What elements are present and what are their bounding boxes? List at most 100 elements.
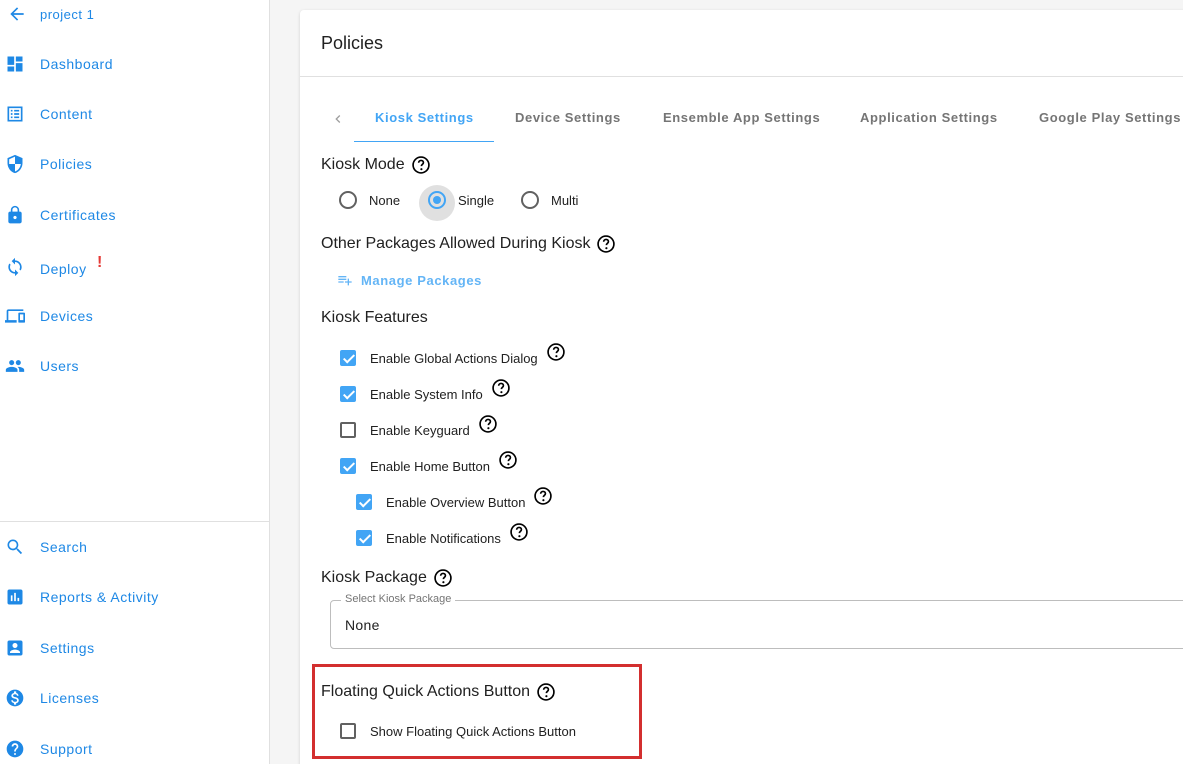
sidebar-item-search[interactable]: Search	[0, 527, 269, 567]
search-icon	[5, 537, 25, 557]
kiosk-mode-heading: Kiosk Mode	[321, 155, 431, 175]
sidebar-divider	[0, 521, 269, 522]
notifications-checkbox[interactable]	[356, 530, 372, 546]
radio-label: Single	[458, 192, 495, 208]
kiosk-mode-multi-radio[interactable]: Multi	[521, 191, 578, 209]
help-circle-icon	[5, 739, 25, 759]
help-icon[interactable]	[596, 234, 616, 254]
tab-ensemble-app-settings[interactable]: Ensemble App Settings	[663, 110, 820, 125]
help-icon[interactable]	[509, 522, 529, 542]
dashboard-icon	[5, 54, 25, 74]
kiosk-mode-single-radio[interactable]: Single	[428, 191, 494, 209]
content-list-icon	[5, 104, 25, 124]
help-icon[interactable]	[433, 568, 453, 588]
global-actions-checkbox[interactable]	[340, 350, 356, 366]
kiosk-package-heading: Kiosk Package	[321, 568, 453, 588]
kiosk-package-select[interactable]: Select Kiosk Package None	[330, 593, 1183, 649]
bar-chart-icon	[5, 587, 25, 607]
sidebar-item-label: Devices	[40, 308, 94, 324]
help-icon[interactable]	[546, 342, 566, 362]
kiosk-package-title: Kiosk Package	[321, 569, 427, 586]
arrow-left-icon	[7, 4, 27, 24]
tab-application-settings[interactable]: Application Settings	[860, 110, 998, 125]
home-button-row: Enable Home Button	[340, 451, 518, 474]
radio-button[interactable]	[521, 191, 539, 209]
global-actions-row: Enable Global Actions Dialog	[340, 343, 566, 366]
tab-google-play-settings[interactable]: Google Play Settings	[1039, 110, 1181, 125]
select-value: None	[345, 617, 380, 633]
help-icon[interactable]	[411, 155, 431, 175]
account-box-icon	[5, 638, 25, 658]
checkbox-label: Enable Notifications	[386, 530, 501, 546]
dollar-icon	[5, 688, 25, 708]
checkbox-label: Enable Overview Button	[386, 494, 526, 510]
radio-label: Multi	[551, 192, 579, 208]
sidebar-item-support[interactable]: Support	[0, 729, 269, 764]
checkbox-label: Enable Keyguard	[370, 422, 470, 438]
project-name: project 1	[40, 6, 95, 22]
checkbox-label: Enable System Info	[370, 386, 483, 402]
sync-icon	[5, 257, 25, 277]
sidebar-item-dashboard[interactable]: Dashboard	[0, 44, 269, 84]
sidebar-item-label: Reports & Activity	[40, 589, 159, 605]
manage-packages-label: Manage Packages	[361, 272, 483, 288]
help-icon[interactable]	[498, 450, 518, 470]
tab-kiosk-settings[interactable]: Kiosk Settings	[375, 110, 474, 125]
tab-scroll-left-icon[interactable]	[330, 111, 346, 127]
select-legend: Select Kiosk Package	[341, 593, 456, 605]
home-button-checkbox[interactable]	[340, 458, 356, 474]
sidebar-item-settings[interactable]: Settings	[0, 628, 269, 668]
checkbox-label: Enable Global Actions Dialog	[370, 350, 538, 366]
sidebar-item-label: Settings	[40, 640, 95, 656]
overview-button-row: Enable Overview Button	[356, 487, 553, 510]
other-packages-title: Other Packages Allowed During Kiosk	[321, 235, 591, 252]
sidebar-item-certificates[interactable]: Certificates	[0, 195, 269, 235]
sidebar-item-label: Search	[40, 539, 88, 555]
kiosk-mode-none-radio[interactable]: None	[339, 191, 400, 209]
project-back-link[interactable]: project 1	[0, 0, 269, 34]
help-icon[interactable]	[478, 414, 498, 434]
sidebar-item-devices[interactable]: Devices	[0, 296, 269, 336]
sidebar-item-label: Policies	[40, 156, 93, 172]
overview-button-checkbox[interactable]	[356, 494, 372, 510]
radio-button[interactable]	[428, 191, 446, 209]
sidebar-item-label: Deploy	[40, 261, 87, 277]
kiosk-mode-title: Kiosk Mode	[321, 156, 405, 173]
sidebar-item-label: Dashboard	[40, 56, 113, 72]
help-icon[interactable]	[533, 486, 553, 506]
sidebar-item-users[interactable]: Users	[0, 346, 269, 386]
notifications-row: Enable Notifications	[356, 523, 529, 546]
policies-card: Policies Kiosk Settings Device Settings …	[300, 10, 1183, 764]
keyguard-checkbox[interactable]	[340, 422, 356, 438]
system-info-row: Enable System Info	[340, 379, 511, 402]
radio-label: None	[369, 192, 401, 208]
lock-icon	[5, 205, 25, 225]
help-icon[interactable]	[491, 378, 511, 398]
kiosk-features-heading: Kiosk Features	[321, 309, 428, 327]
sidebar-item-label: Content	[40, 106, 93, 122]
sidebar-item-licenses[interactable]: Licenses	[0, 678, 269, 718]
sidebar-item-label: Licenses	[40, 690, 100, 706]
users-icon	[5, 356, 25, 376]
keyguard-row: Enable Keyguard	[340, 415, 498, 438]
tab-device-settings[interactable]: Device Settings	[515, 110, 621, 125]
sidebar: project 1 Dashboard Content Policies Cer…	[0, 0, 270, 764]
sidebar-item-content[interactable]: Content	[0, 94, 269, 134]
sidebar-item-deploy[interactable]: Deploy	[0, 247, 269, 287]
devices-icon	[5, 306, 25, 326]
system-info-checkbox[interactable]	[340, 386, 356, 402]
deploy-alert-badge: !	[97, 254, 103, 271]
sidebar-item-policies[interactable]: Policies	[0, 144, 269, 184]
manage-packages-button[interactable]: Manage Packages	[337, 272, 482, 288]
card-divider	[300, 76, 1183, 77]
sidebar-item-label: Support	[40, 741, 93, 757]
highlight-box	[312, 664, 642, 759]
sidebar-item-label: Users	[40, 358, 80, 374]
active-tab-indicator	[354, 141, 494, 142]
page-title: Policies	[321, 33, 384, 53]
sidebar-item-reports[interactable]: Reports & Activity	[0, 577, 269, 617]
radio-button[interactable]	[339, 191, 357, 209]
playlist-add-icon	[337, 272, 353, 288]
checkbox-label: Enable Home Button	[370, 458, 490, 474]
sidebar-item-label: Certificates	[40, 207, 117, 223]
